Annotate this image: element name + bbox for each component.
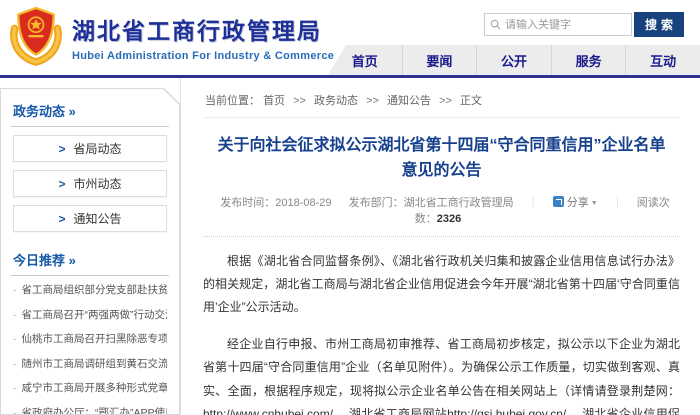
nav-item-public[interactable]: 公开 [476, 45, 551, 75]
caret-down-icon: ▼ [591, 200, 598, 207]
search-area: 搜索 [484, 12, 684, 37]
recommend-link-label: 省工商局组织部分党支部赴扶贫驻点… [22, 284, 168, 297]
sidebar-section-gov-title[interactable]: 政务动态 » [11, 97, 169, 127]
breadcrumb-notices[interactable]: 通知公告 [387, 95, 431, 107]
recommend-link-label: 省工商局召开“两强两做”行动交流… [22, 309, 168, 322]
bullet-icon: · [13, 382, 17, 395]
nav-item-news[interactable]: 要闻 [402, 45, 477, 75]
paragraph-2-text: 经企业自行申报、市州工商局初审推荐、省工商局初步核定，拟公示以下企业为湖北省第十… [203, 337, 680, 415]
search-icon [490, 19, 501, 30]
recommend-link-label: 省政府办公厅：“鄂汇办”APP使用… [22, 407, 168, 415]
recommend-link-label: 仙桃市工商局召开扫黑除恶专项斗争… [22, 333, 168, 346]
recommend-link[interactable]: · 省政府办公厅：“鄂汇办”APP使用… [13, 407, 167, 415]
search-input[interactable] [505, 19, 626, 31]
recommend-link[interactable]: · 仙桃市工商局召开扫黑除恶专项斗争… [13, 333, 167, 346]
nav-item-service[interactable]: 服务 [551, 45, 626, 75]
site-subtitle: Hubei Administration For Industry & Comm… [72, 50, 334, 62]
department-value: 湖北省工商行政管理局 [404, 197, 514, 209]
header-divider-bar [0, 75, 700, 78]
recommend-link[interactable]: · 省工商局召开“两强两做”行动交流… [13, 309, 167, 322]
recommend-link[interactable]: · 咸宁市工商局开展多种形式党章党纪… [13, 382, 167, 395]
sidebar-panel-border: 政务动态 » > 省局动态 > 市州动态 > 通知公告 今日推荐 » · [0, 88, 180, 415]
publish-department: 发布部门：湖北省工商行政管理局 [349, 197, 514, 209]
breadcrumb-separator: >> [439, 95, 452, 107]
chevron-right-icon: > [58, 212, 65, 226]
saic-emblem-logo [8, 3, 64, 67]
nav-item-interact[interactable]: 互动 [625, 45, 700, 75]
publish-time-label: 发布时间： [220, 197, 275, 209]
sidebar-item-city-news[interactable]: > 市州动态 [13, 170, 167, 197]
recommend-link[interactable]: · 随州市工商局调研组到黄石交流消费… [13, 358, 167, 371]
paragraph-1: 根据《湖北省合同监督条例》、《湖北省行政机关归集和披露企业信用信息试行办法》的相… [203, 250, 680, 320]
breadcrumb-separator: >> [293, 95, 306, 107]
bullet-icon: · [13, 333, 17, 346]
publish-time-value: 2018-08-29 [275, 197, 331, 209]
main-nav: 首页 要闻 公开 服务 互动 [328, 45, 700, 75]
sidebar-item-notices[interactable]: > 通知公告 [13, 205, 167, 232]
bullet-icon: · [13, 309, 17, 322]
share-icon [553, 196, 564, 207]
recommend-link-label: 随州市工商局调研组到黄石交流消费… [22, 358, 168, 371]
breadcrumb-current: 正文 [460, 95, 482, 107]
sidebar-item-label: 省局动态 [74, 140, 122, 157]
paragraph-2: 经企业自行申报、市州工商局初审推荐、省工商局初步核定，拟公示以下企业为湖北省第十… [203, 333, 680, 415]
sidebar-panel: 政务动态 » > 省局动态 > 市州动态 > 通知公告 今日推荐 » · [1, 89, 179, 414]
read-count-value: 2326 [437, 213, 461, 225]
nav-item-home[interactable]: 首页 [328, 45, 402, 75]
publish-time: 发布时间：2018-08-29 [220, 197, 331, 209]
recommend-list: · 省工商局组织部分党支部赴扶贫驻点… · 省工商局召开“两强两做”行动交流… … [11, 276, 169, 415]
breadcrumb: 当前位置： 首页 >> 政务动态 >> 通知公告 >> 正文 [203, 88, 680, 118]
share-button[interactable]: 分享▼ [553, 197, 598, 209]
sidebar-item-label: 市州动态 [74, 175, 122, 192]
department-label: 发布部门： [349, 197, 404, 209]
sidebar: 政务动态 » > 省局动态 > 市州动态 > 通知公告 今日推荐 » · [0, 78, 180, 415]
bullet-icon: · [13, 407, 17, 415]
breadcrumb-separator: >> [366, 95, 379, 107]
search-box [484, 13, 632, 36]
site-title: 湖北省工商行政管理局 [72, 12, 334, 46]
sidebar-item-provincial-news[interactable]: > 省局动态 [13, 135, 167, 162]
recommend-link-label: 咸宁市工商局开展多种形式党章党纪… [22, 382, 168, 395]
share-label: 分享 [567, 197, 589, 209]
chevron-right-icon: > [58, 142, 65, 156]
recommend-link[interactable]: · 省工商局组织部分党支部赴扶贫驻点… [13, 284, 167, 297]
sidebar-item-label: 通知公告 [74, 210, 122, 227]
meta-divider: ｜ [528, 197, 539, 209]
breadcrumb-gov-news[interactable]: 政务动态 [314, 95, 358, 107]
article-title: 关于向社会征求拟公示湖北省第十四届“守合同重信用”企业名单意见的公告 [217, 134, 665, 184]
article-meta: 发布时间：2018-08-29 发布部门：湖北省工商行政管理局 ｜ 分享▼ ｜ … [203, 194, 680, 237]
page-content: 政务动态 » > 省局动态 > 市州动态 > 通知公告 今日推荐 » · [0, 78, 700, 415]
breadcrumb-home[interactable]: 首页 [263, 95, 285, 107]
meta-divider: ｜ [612, 197, 623, 209]
article-body: 根据《湖北省合同监督条例》、《湖北省行政机关归集和披露企业信用信息试行办法》的相… [203, 250, 680, 415]
breadcrumb-label: 当前位置： [205, 95, 260, 107]
main-article-area: 当前位置： 首页 >> 政务动态 >> 通知公告 >> 正文 关于向社会征求拟公… [180, 78, 700, 415]
site-header: 湖北省工商行政管理局 Hubei Administration For Indu… [0, 0, 700, 78]
bullet-icon: · [13, 284, 17, 297]
site-title-block: 湖北省工商行政管理局 Hubei Administration For Indu… [72, 12, 334, 62]
sidebar-section-recommend-title[interactable]: 今日推荐 » [11, 246, 169, 276]
chevron-right-icon: > [58, 177, 65, 191]
bullet-icon: · [13, 358, 17, 371]
search-button[interactable]: 搜索 [634, 12, 684, 37]
